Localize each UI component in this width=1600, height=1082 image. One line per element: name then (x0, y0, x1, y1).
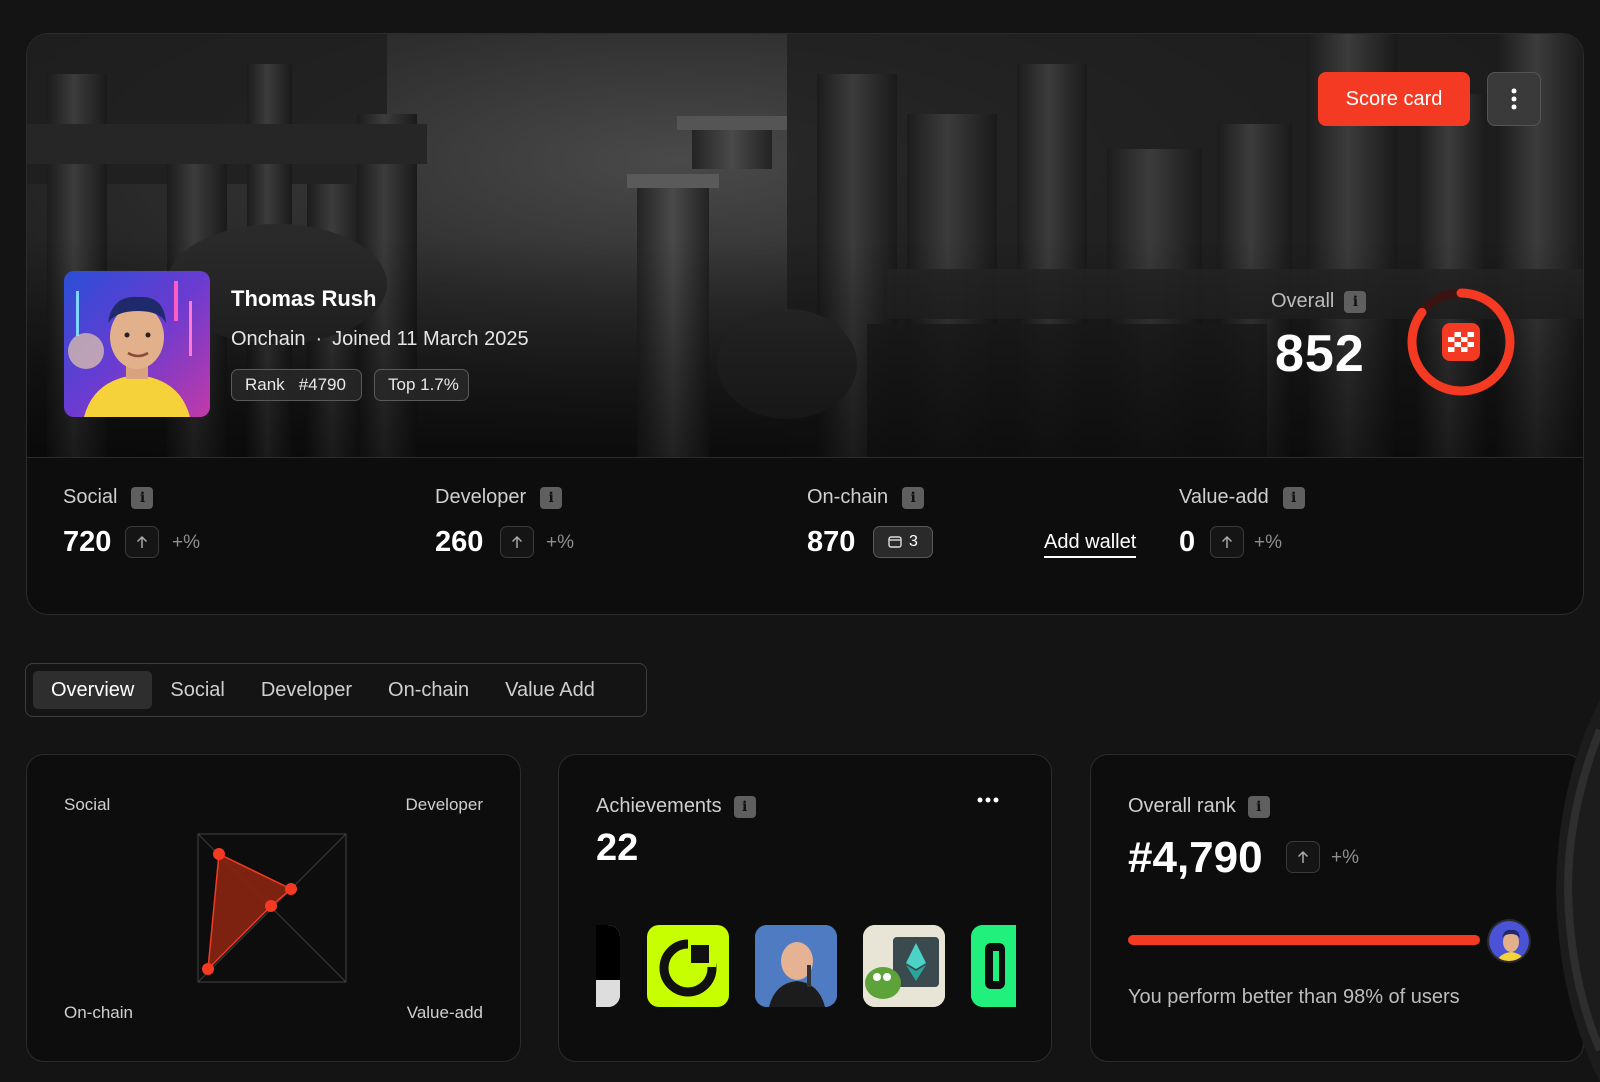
overall-label-text: Overall (1271, 290, 1335, 312)
info-icon[interactable]: i (1247, 795, 1270, 818)
achievements-count: 22 (596, 827, 639, 869)
stat-onchain-value: 870 (807, 526, 856, 558)
info-icon[interactable]: i (1282, 486, 1305, 509)
overall-score-ring (1407, 288, 1515, 396)
radar-label-social: Social (64, 795, 111, 814)
stat-social-trend (125, 526, 159, 558)
overall-rank-title: Overall rank i (1128, 795, 1270, 818)
achievements-card: Achievements i 22 (558, 754, 1052, 1062)
arrow-up-icon (1297, 850, 1309, 863)
rank-chip: Rank #4790 (231, 369, 362, 401)
profile-card: Score card Thomas Rush Onchain · Joined … (26, 33, 1584, 615)
percentile-avatar-marker (1487, 919, 1531, 963)
stat-social-value: 720 (63, 526, 112, 558)
add-wallet-link[interactable]: Add wallet (1044, 531, 1137, 558)
achievement-badge[interactable] (596, 925, 620, 1007)
radar-label-developer: Developer (405, 795, 484, 814)
tab-social[interactable]: Social (152, 671, 242, 709)
arrow-up-icon (1221, 535, 1233, 548)
stat-social-pct: +% (172, 532, 200, 553)
percentile-progress-bar (1128, 935, 1480, 945)
arrow-up-icon (511, 535, 523, 548)
score-radar-chart (197, 833, 347, 983)
user-category: Onchain (231, 328, 306, 350)
achievement-badge[interactable] (971, 925, 1016, 1007)
info-icon[interactable]: i (540, 486, 563, 509)
radar-point-onchain (202, 963, 214, 975)
badge-partial-image (596, 925, 620, 1007)
avatar (1489, 921, 1529, 961)
radar-area (207, 852, 293, 972)
vertical-dots-icon (1511, 88, 1517, 110)
top-percent-chip: Top 1.7% (374, 369, 469, 401)
green-logo-icon (971, 925, 1016, 1007)
section-tabs: Overview Social Developer On-chain Value… (25, 663, 647, 717)
achievements-title-text: Achievements (596, 795, 722, 817)
tab-onchain[interactable]: On-chain (370, 671, 487, 709)
stat-developer-trend (500, 526, 534, 558)
radar-label-valueadd: Value-add (406, 1003, 483, 1022)
arrow-up-icon (136, 535, 148, 548)
score-radar-card: Social Developer On-chain Value-add (26, 754, 521, 1062)
radar-label-onchain: On-chain (64, 1003, 133, 1022)
checkered-logo-icon (1442, 323, 1480, 361)
meta-separator: · (315, 328, 323, 350)
achievements-title: Achievements i (596, 795, 756, 818)
user-name: Thomas Rush (231, 286, 377, 311)
user-joined-date: Joined 11 March 2025 (332, 328, 529, 350)
radar-point-valueadd (265, 900, 277, 912)
rank-chip-value: #4790 (298, 375, 346, 394)
tab-developer[interactable]: Developer (243, 671, 370, 709)
horizontal-dots-icon[interactable] (977, 797, 999, 803)
overall-rank-card: Overall rank i #4,790 +% You perform bet… (1090, 754, 1584, 1062)
stat-social-label: Social i (63, 486, 154, 509)
achievement-badge[interactable] (755, 925, 837, 1007)
percentile-description: You perform better than 98% of users (1128, 986, 1460, 1008)
info-icon[interactable]: i (1344, 290, 1367, 313)
overall-score: 852 (1275, 325, 1365, 383)
overall-rank-trend (1286, 841, 1320, 873)
achievement-badge[interactable] (647, 925, 729, 1007)
stat-valueadd-label: Value-add i (1179, 486, 1305, 509)
overall-rank-value: #4,790 (1128, 833, 1263, 882)
speaker-photo (755, 925, 837, 1007)
achievements-strip[interactable] (596, 925, 1016, 1009)
wallet-count-chip[interactable]: 3 (873, 526, 933, 558)
info-icon[interactable]: i (902, 486, 925, 509)
user-meta: Onchain · Joined 11 March 2025 (231, 328, 529, 351)
tab-overview[interactable]: Overview (33, 671, 153, 709)
decorative-coin-image (1556, 700, 1600, 1082)
avatar-illustration (64, 271, 210, 417)
avatar (64, 271, 210, 417)
stat-social-label-text: Social (63, 486, 118, 508)
achievement-badge[interactable] (863, 925, 945, 1007)
wallet-count: 3 (909, 533, 918, 550)
stat-onchain-label: On-chain i (807, 486, 925, 509)
stat-developer-pct: +% (546, 532, 574, 553)
stat-valueadd-label-text: Value-add (1179, 486, 1269, 508)
overall-rank-pct: +% (1331, 847, 1359, 868)
radar-point-social (213, 848, 225, 860)
tab-value-add[interactable]: Value Add (487, 671, 613, 709)
info-icon[interactable]: i (131, 486, 154, 509)
stat-onchain-label-text: On-chain (807, 486, 889, 508)
wallet-icon (888, 536, 902, 548)
rank-chip-label: Rank (245, 375, 285, 394)
stat-valueadd-value: 0 (1179, 526, 1196, 558)
stat-developer-value: 260 (435, 526, 484, 558)
pepe-computer-image (863, 925, 945, 1007)
more-options-button[interactable] (1487, 72, 1541, 126)
stat-valueadd-pct: +% (1254, 532, 1282, 553)
score-card-button[interactable]: Score card (1318, 72, 1470, 126)
stat-valueadd-trend (1210, 526, 1244, 558)
stat-developer-label-text: Developer (435, 486, 527, 508)
stat-developer-label: Developer i (435, 486, 563, 509)
info-icon[interactable]: i (733, 795, 756, 818)
overall-rank-title-text: Overall rank (1128, 795, 1236, 817)
overall-label: Overall i (1271, 290, 1367, 313)
radar-point-developer (285, 883, 297, 895)
pie-logo-icon (659, 939, 717, 997)
